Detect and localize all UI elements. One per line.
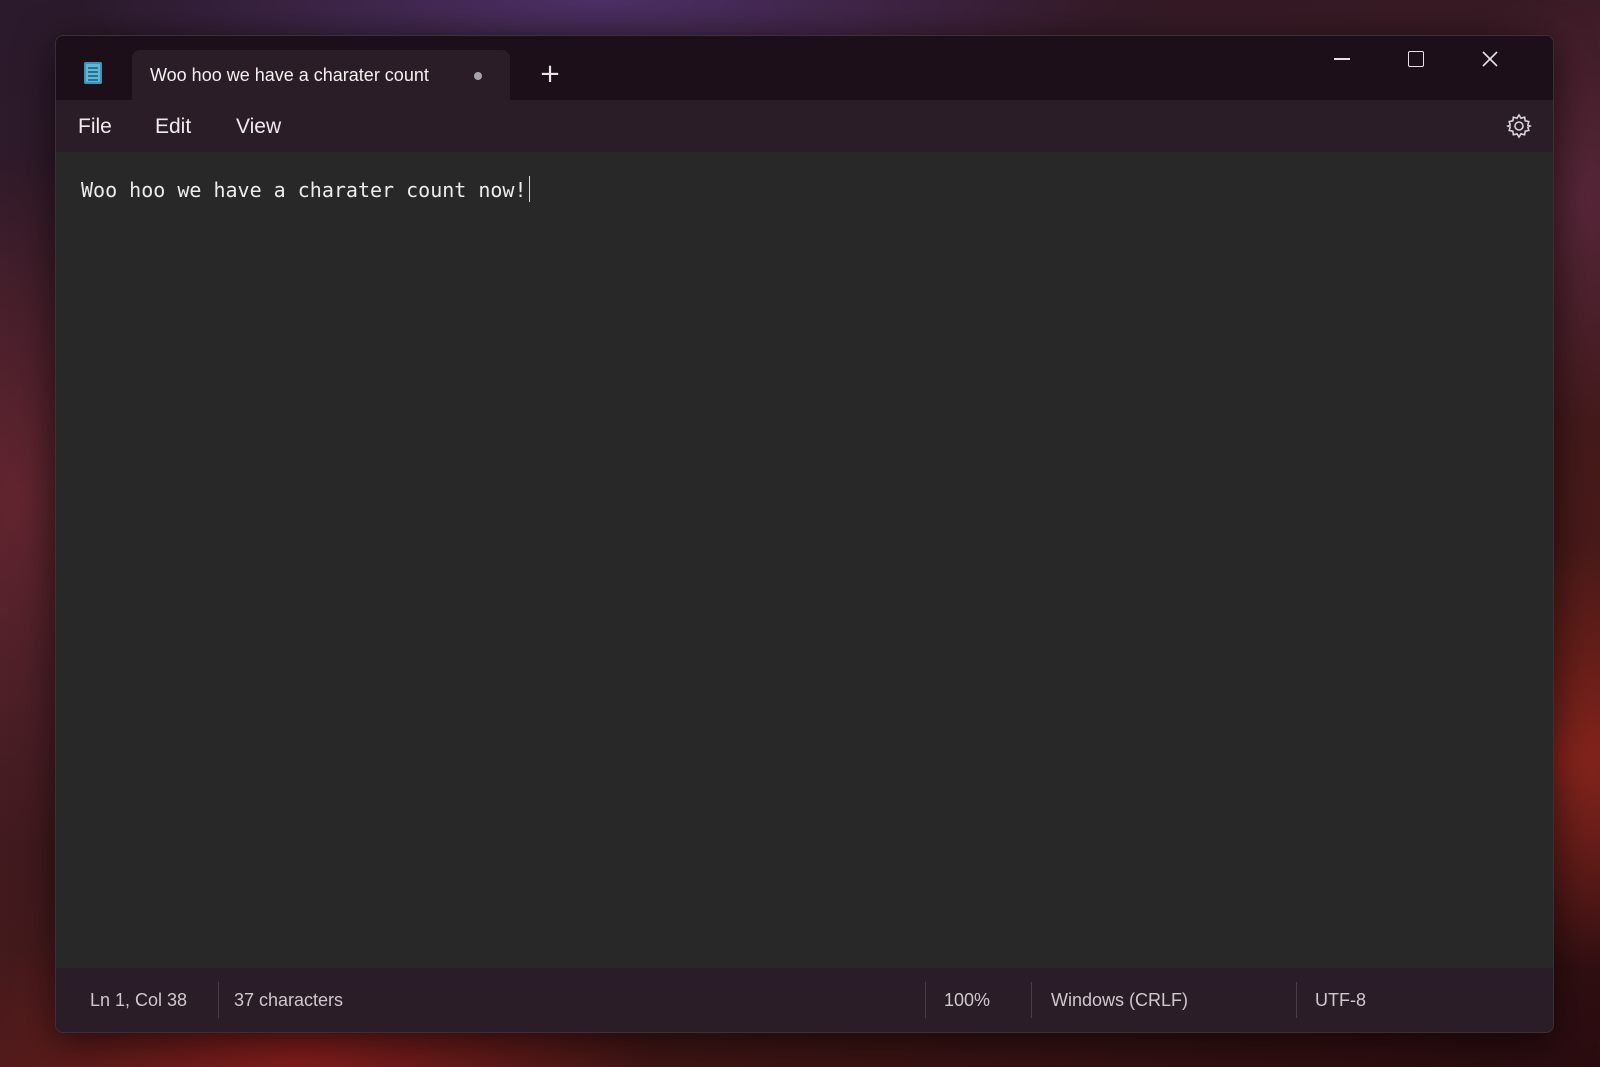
tab-title: Woo hoo we have a charater count [150, 64, 429, 85]
minimize-button[interactable] [1312, 42, 1372, 76]
gear-icon [1506, 113, 1533, 139]
text-editor[interactable]: Woo hoo we have a charater count now! [56, 152, 1553, 968]
tab-document[interactable]: Woo hoo we have a charater count [132, 50, 510, 100]
close-icon [1482, 51, 1498, 67]
status-divider [218, 982, 219, 1018]
close-button[interactable] [1460, 42, 1520, 76]
notepad-icon [84, 62, 102, 84]
editor-text: Woo hoo we have a charater count now! [81, 178, 527, 202]
title-bar[interactable]: Woo hoo we have a charater count + [56, 36, 1553, 100]
menu-file[interactable]: File [74, 113, 116, 141]
zoom-level[interactable]: 100% [944, 968, 990, 1032]
encoding[interactable]: UTF-8 [1315, 968, 1366, 1032]
new-tab-button[interactable]: + [534, 58, 566, 90]
status-bar: Ln 1, Col 38 37 characters 100% Windows … [56, 968, 1553, 1032]
plus-icon: + [539, 59, 561, 89]
menu-bar: File Edit View [56, 100, 1553, 152]
settings-button[interactable] [1505, 112, 1533, 140]
status-divider [1296, 982, 1297, 1018]
maximize-icon [1408, 51, 1424, 67]
menu-view[interactable]: View [232, 113, 285, 141]
menu-edit[interactable]: Edit [151, 113, 195, 141]
text-caret [528, 176, 531, 202]
unsaved-dot-icon[interactable] [474, 72, 482, 80]
maximize-button[interactable] [1386, 42, 1446, 76]
editor-content[interactable]: Woo hoo we have a charater count now! [81, 176, 531, 202]
line-ending[interactable]: Windows (CRLF) [1051, 968, 1188, 1032]
minimize-icon [1334, 58, 1350, 60]
cursor-position: Ln 1, Col 38 [90, 990, 188, 1010]
status-divider [1031, 982, 1032, 1018]
status-divider [925, 982, 926, 1018]
character-count: 37 characters [234, 990, 344, 1010]
notepad-window: Woo hoo we have a charater count + File … [55, 35, 1554, 1033]
